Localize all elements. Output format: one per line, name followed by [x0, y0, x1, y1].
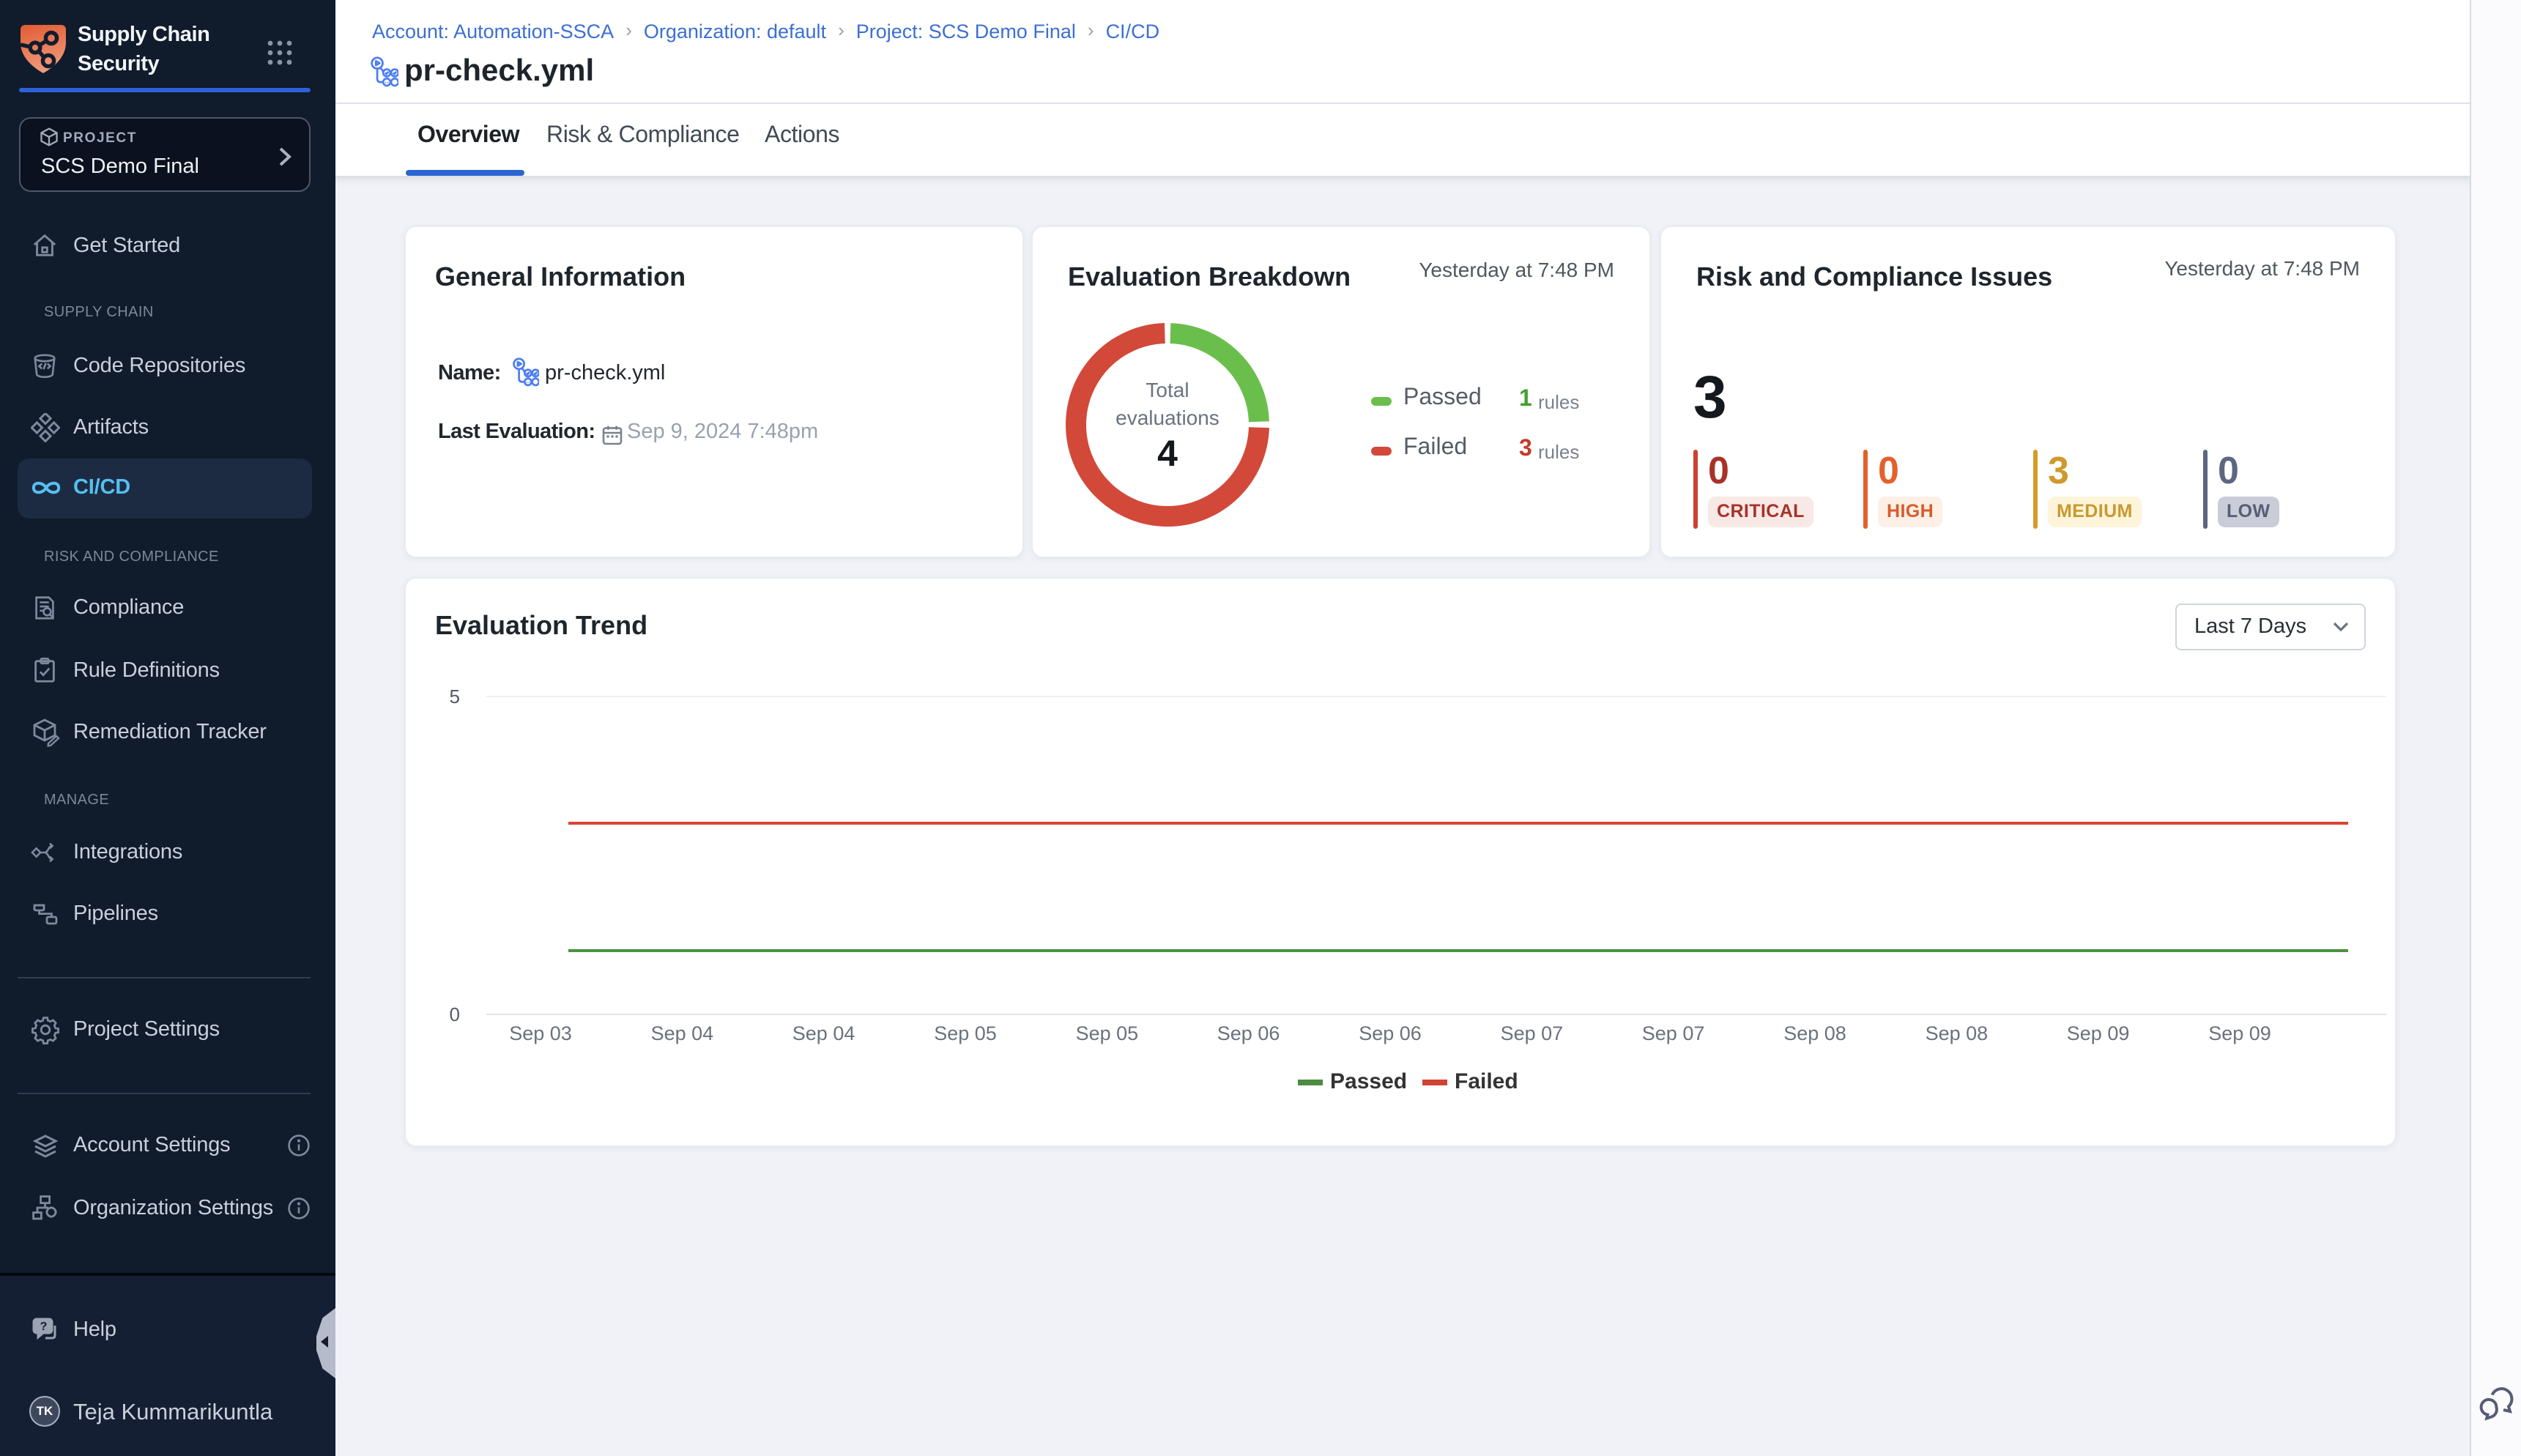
svg-text:?: ?	[40, 1321, 48, 1333]
